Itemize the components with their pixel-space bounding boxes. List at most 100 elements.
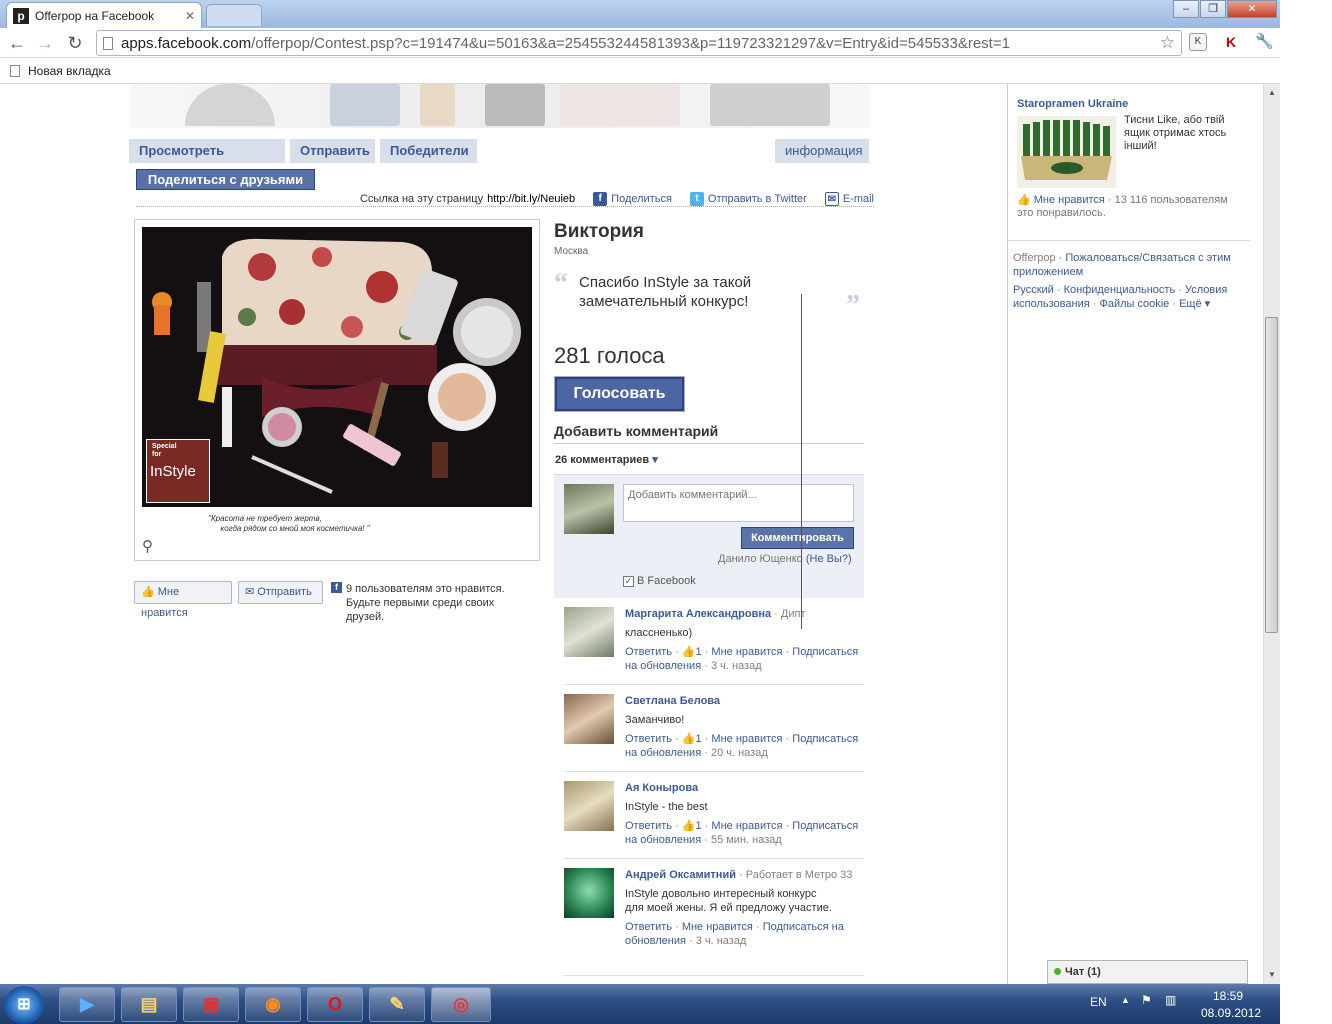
media-player-icon[interactable]: ▶ bbox=[59, 987, 115, 1022]
post-to-facebook-label: В Facebook bbox=[637, 575, 696, 587]
firefox-icon[interactable]: ◉ bbox=[245, 987, 301, 1022]
share-bar: Ссылка на эту страницу http://bit.ly/Neu… bbox=[136, 191, 874, 207]
opera-icon[interactable]: O bbox=[307, 987, 363, 1022]
forward-icon[interactable]: → bbox=[34, 32, 56, 54]
avatar bbox=[564, 781, 614, 831]
entry-quote: Спасибо InStyle за такой замечательный к… bbox=[579, 274, 752, 310]
like-button[interactable]: 👍 Мне нравится bbox=[134, 581, 232, 619]
scroll-up-icon[interactable]: ▲ bbox=[1268, 88, 1276, 97]
browser-tab-active[interactable]: p Offerpop на Facebook ✕ bbox=[6, 2, 202, 28]
offerpop-favicon-icon: p bbox=[13, 7, 29, 24]
start-button-icon[interactable]: ⊞ bbox=[4, 986, 44, 1024]
cursor-line bbox=[801, 294, 802, 629]
chrome-icon[interactable]: ◎ bbox=[431, 987, 491, 1022]
address-bar[interactable]: apps.facebook.com/offerpop/Contest.psp?c… bbox=[96, 30, 1182, 56]
share-email-link[interactable]: E-mail bbox=[843, 193, 874, 205]
photo-caption: "Красота не требует жертв, когда рядом с… bbox=[150, 514, 380, 534]
comment-like-link[interactable]: Мне нравится bbox=[711, 646, 782, 658]
tab-submit[interactable]: Отправить bbox=[290, 139, 375, 163]
poster-info: Данило Ющенко (Не Вы?) bbox=[718, 553, 852, 565]
comment-like-count: 1 bbox=[695, 646, 702, 658]
minimize-icon[interactable]: – bbox=[1173, 0, 1199, 18]
comment-item: Ая Конырова InStyle - the best Ответить … bbox=[564, 781, 864, 859]
maximize-icon[interactable]: ❐ bbox=[1200, 0, 1226, 18]
comment-like-link[interactable]: Мне нравится bbox=[711, 820, 782, 832]
language-indicator[interactable]: EN bbox=[1090, 995, 1107, 1009]
ad-title[interactable]: Staropramen Ukraine bbox=[1017, 98, 1128, 110]
comment-like-count: 1 bbox=[695, 733, 702, 745]
tab-view-works[interactable]: Просмотреть работы bbox=[129, 139, 285, 182]
footer-privacy-link[interactable]: Конфиденциальность bbox=[1064, 284, 1176, 296]
share-facebook-link[interactable]: Поделиться bbox=[611, 193, 672, 205]
comment-like-link[interactable]: Мне нравится bbox=[682, 921, 753, 933]
reload-icon[interactable]: ↻ bbox=[64, 32, 86, 54]
ad-image[interactable] bbox=[1017, 116, 1116, 188]
avatar bbox=[564, 694, 614, 744]
footer-more-link[interactable]: Ещё bbox=[1179, 298, 1202, 310]
beer-crate-illustration bbox=[1017, 116, 1116, 188]
footer-language-link[interactable]: Русский bbox=[1013, 284, 1054, 296]
close-window-icon[interactable]: ✕ bbox=[1227, 0, 1277, 18]
not-you-link[interactable]: (Не Вы?) bbox=[806, 553, 852, 565]
entry-author-name: Виктория bbox=[554, 221, 644, 242]
extension-k-icon[interactable]: K bbox=[1189, 33, 1207, 51]
paint-palette-icon[interactable]: ✎ bbox=[369, 987, 425, 1022]
comment-author[interactable]: Андрей Оксамитний bbox=[625, 869, 736, 881]
comment-text: классненько) bbox=[625, 627, 693, 639]
open-quote-icon: “ bbox=[554, 268, 568, 299]
bookmark-new-tab[interactable]: Новая вкладка bbox=[28, 64, 111, 78]
comment-time: 20 ч. назад bbox=[710, 747, 768, 759]
action-center-flag-icon[interactable]: ⚑ bbox=[1141, 993, 1152, 1007]
banner-product-shape bbox=[710, 84, 830, 126]
comment-author[interactable]: Светлана Белова bbox=[625, 695, 720, 707]
scrollbar-thumb[interactable] bbox=[1265, 317, 1278, 633]
comment-text: InStyle довольно интересный конкурс для … bbox=[625, 888, 832, 914]
url-domain: apps.facebook.com bbox=[121, 34, 252, 52]
caption-line-1: "Красота не требует жертв, bbox=[208, 514, 322, 523]
new-tab-button[interactable] bbox=[206, 4, 262, 26]
comment-author[interactable]: Ая Конырова bbox=[625, 782, 698, 794]
reply-link[interactable]: Ответить bbox=[625, 646, 672, 658]
kaspersky-icon[interactable]: K bbox=[1222, 33, 1240, 51]
system-tray: EN ▲ ⚑ ▥ 18:59 08.09.2012 bbox=[1085, 984, 1280, 1024]
network-icon[interactable]: ▥ bbox=[1165, 993, 1176, 1007]
chat-bar[interactable]: Чат (1) bbox=[1047, 960, 1248, 984]
comment-count-dropdown[interactable]: 26 комментариев ▾ bbox=[555, 453, 658, 466]
vote-button[interactable]: Голосовать bbox=[555, 377, 684, 411]
floppy-save-icon[interactable]: ▣ bbox=[183, 987, 239, 1022]
comment-input[interactable]: Добавить комментарий... bbox=[623, 484, 854, 522]
close-tab-icon[interactable]: ✕ bbox=[185, 9, 195, 23]
clock-time[interactable]: 18:59 bbox=[1213, 989, 1243, 1003]
share-with-friends-button[interactable]: Поделиться с друзьями bbox=[136, 169, 315, 190]
back-icon[interactable]: ← bbox=[6, 32, 28, 54]
comment-author[interactable]: Маргарита Александровна bbox=[625, 608, 771, 620]
post-to-facebook-checkbox[interactable]: ✓ bbox=[623, 575, 634, 587]
add-comment-heading: Добавить комментарий bbox=[554, 423, 864, 444]
page-link-url[interactable]: http://bit.ly/Neuieb bbox=[487, 193, 575, 205]
scroll-down-icon[interactable]: ▼ bbox=[1268, 970, 1276, 979]
post-to-facebook-option[interactable]: ✓ В Facebook bbox=[623, 575, 696, 587]
avatar bbox=[564, 484, 614, 534]
thumbs-up-icon: 👍 bbox=[681, 820, 696, 832]
explorer-folder-icon[interactable]: ▤ bbox=[121, 987, 177, 1022]
post-comment-button[interactable]: Комментировать bbox=[741, 527, 854, 549]
footer-cookies-link[interactable]: Файлы cookie bbox=[1099, 298, 1169, 310]
send-button[interactable]: ✉ Отправить bbox=[238, 581, 323, 604]
facebook-icon: f bbox=[331, 582, 342, 593]
tab-winners[interactable]: Победители bbox=[380, 139, 477, 163]
zoom-magnifier-icon[interactable]: ⚲ bbox=[142, 537, 153, 555]
send-icon: ✉ bbox=[245, 586, 255, 598]
share-twitter-link[interactable]: Отправить в Twitter bbox=[708, 193, 807, 205]
reply-link[interactable]: Ответить bbox=[625, 921, 672, 933]
reply-link[interactable]: Ответить bbox=[625, 820, 672, 832]
reply-link[interactable]: Ответить bbox=[625, 733, 672, 745]
ad-like-link[interactable]: Мне нравится bbox=[1034, 194, 1105, 206]
clock-date[interactable]: 08.09.2012 bbox=[1201, 1006, 1261, 1020]
wrench-menu-icon[interactable]: 🔧 bbox=[1254, 33, 1274, 51]
tab-info[interactable]: информация bbox=[775, 139, 869, 163]
page-link-label: Ссылка на эту страницу bbox=[359, 192, 484, 205]
comment-like-link[interactable]: Мне нравится bbox=[711, 733, 782, 745]
bookmark-star-icon[interactable]: ☆ bbox=[1160, 33, 1175, 53]
comment-time: 3 ч. назад bbox=[695, 935, 747, 947]
show-hidden-icons-icon[interactable]: ▲ bbox=[1121, 995, 1130, 1005]
